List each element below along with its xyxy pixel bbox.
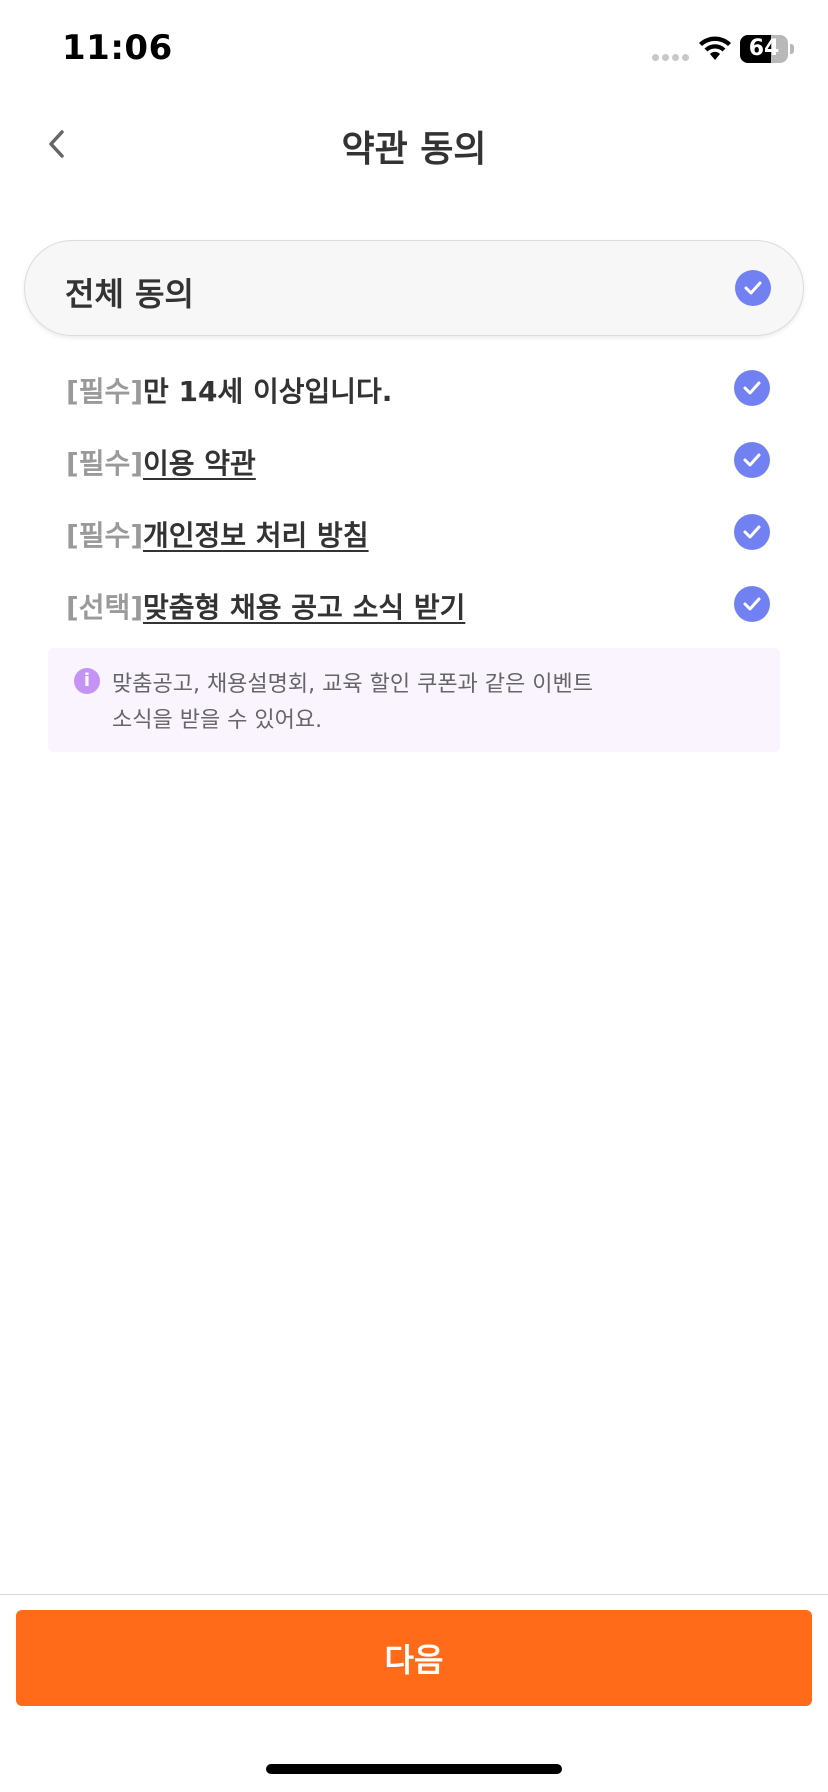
check-icon[interactable] xyxy=(734,514,770,550)
privacy-policy-link[interactable]: 개인정보 처리 방침 xyxy=(143,514,369,554)
info-icon: i xyxy=(74,668,100,694)
bottom-divider xyxy=(0,1594,828,1595)
term-item-age[interactable]: [필수] 만 14세 이상입니다. xyxy=(0,358,828,418)
info-text-line-2: 소식을 받을 수 있어요. xyxy=(112,708,323,733)
check-icon[interactable] xyxy=(734,442,770,478)
home-indicator xyxy=(266,1764,562,1774)
next-button[interactable]: 다음 xyxy=(16,1610,812,1706)
term-optional-tag: [선택] xyxy=(66,591,144,624)
status-bar: 11:06 64 xyxy=(0,0,828,100)
term-required-tag: [필수] xyxy=(66,447,144,480)
battery-cap xyxy=(790,44,794,54)
wifi-icon xyxy=(699,36,731,60)
battery-icon: 64 xyxy=(740,35,788,63)
info-text-line-1: 맞춤공고, 채용설명회, 교육 할인 쿠폰과 같은 이벤트 xyxy=(112,672,593,697)
term-label-age: 만 14세 이상입니다. xyxy=(143,375,393,408)
agree-all-label: 전체 동의 xyxy=(65,275,194,313)
terms-of-use-link[interactable]: 이용 약관 xyxy=(143,442,256,482)
terms-agreement-screen: 11:06 64 약관 동의 전체 동의 [필수] 만 14세 이상입니다. [… xyxy=(0,0,828,1792)
page-title: 약관 동의 xyxy=(341,129,487,170)
term-required-tag: [필수] xyxy=(66,375,144,408)
cellular-signal-icon xyxy=(652,54,692,62)
battery-level: 64 xyxy=(748,36,780,61)
status-time: 11:06 xyxy=(62,28,173,68)
job-alerts-link[interactable]: 맞춤형 채용 공고 소식 받기 xyxy=(143,586,465,626)
agree-all-button[interactable]: 전체 동의 xyxy=(24,240,804,336)
check-icon[interactable] xyxy=(734,370,770,406)
check-icon[interactable] xyxy=(734,586,770,622)
term-item-job-alerts[interactable]: [선택] 맞춤형 채용 공고 소식 받기 xyxy=(0,574,828,634)
check-icon[interactable] xyxy=(735,270,771,306)
term-required-tag: [필수] xyxy=(66,519,144,552)
term-item-terms-of-use[interactable]: [필수] 이용 약관 xyxy=(0,430,828,490)
term-item-privacy-policy[interactable]: [필수] 개인정보 처리 방침 xyxy=(0,502,828,562)
info-box: i 맞춤공고, 채용설명회, 교육 할인 쿠폰과 같은 이벤트 소식을 받을 수… xyxy=(48,648,780,752)
